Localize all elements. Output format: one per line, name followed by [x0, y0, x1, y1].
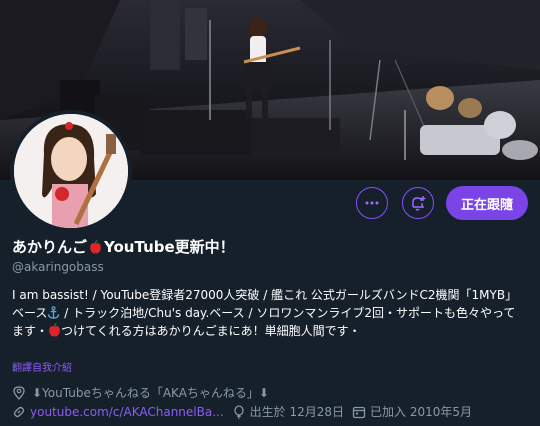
- display-name-suffix: YouTube更新中！: [104, 238, 235, 256]
- profile-meta: youtube.com/c/AKAChannelBa... 出生於 12月28日…: [12, 403, 480, 420]
- profile-bio: I am bassist! / YouTube登録者27000人突破 / 艦これ…: [12, 286, 524, 340]
- website-item: youtube.com/c/AKAChannelBa...: [12, 405, 224, 419]
- birthday-text: 出生於 12月28日: [249, 405, 345, 419]
- balloon-icon: [234, 404, 244, 419]
- profile-location: ⬇YouTubeちゃんねる「AKAちゃんねる」⬇: [12, 384, 269, 401]
- link-icon: [13, 406, 25, 417]
- following-button[interactable]: 正在跟隨: [446, 186, 528, 220]
- avatar-image: [14, 114, 128, 228]
- joined-item: 已加入 2010年5月: [352, 403, 472, 420]
- translate-bio-link[interactable]: 翻譯自我介紹: [12, 359, 72, 374]
- apple-icon: [90, 239, 101, 253]
- display-name-text: あかりんご: [12, 238, 88, 256]
- bell-plus-icon: [412, 196, 426, 211]
- more-dots-icon: [365, 201, 379, 205]
- apple-icon: [49, 323, 60, 337]
- calendar-icon: [352, 406, 366, 418]
- more-options-button[interactable]: [356, 187, 388, 219]
- bio-text-3: つけてくれる方はあかりんごまにあ！単細胞人間です・: [61, 324, 361, 338]
- notifications-button[interactable]: [402, 187, 434, 219]
- location-text: ⬇YouTubeちゃんねる「AKAちゃんねる」⬇: [32, 386, 269, 400]
- location-pin-icon: [13, 385, 25, 400]
- profile-handle: @akaringobass: [12, 260, 104, 274]
- joined-text: 已加入 2010年5月: [370, 405, 473, 419]
- display-name: あかりんご YouTube更新中！: [12, 236, 235, 257]
- anchor-icon: [48, 306, 60, 319]
- website-link[interactable]: youtube.com/c/AKAChannelBa...: [30, 405, 224, 419]
- profile-avatar[interactable]: [10, 110, 132, 232]
- birthday-item: 出生於 12月28日: [232, 403, 344, 420]
